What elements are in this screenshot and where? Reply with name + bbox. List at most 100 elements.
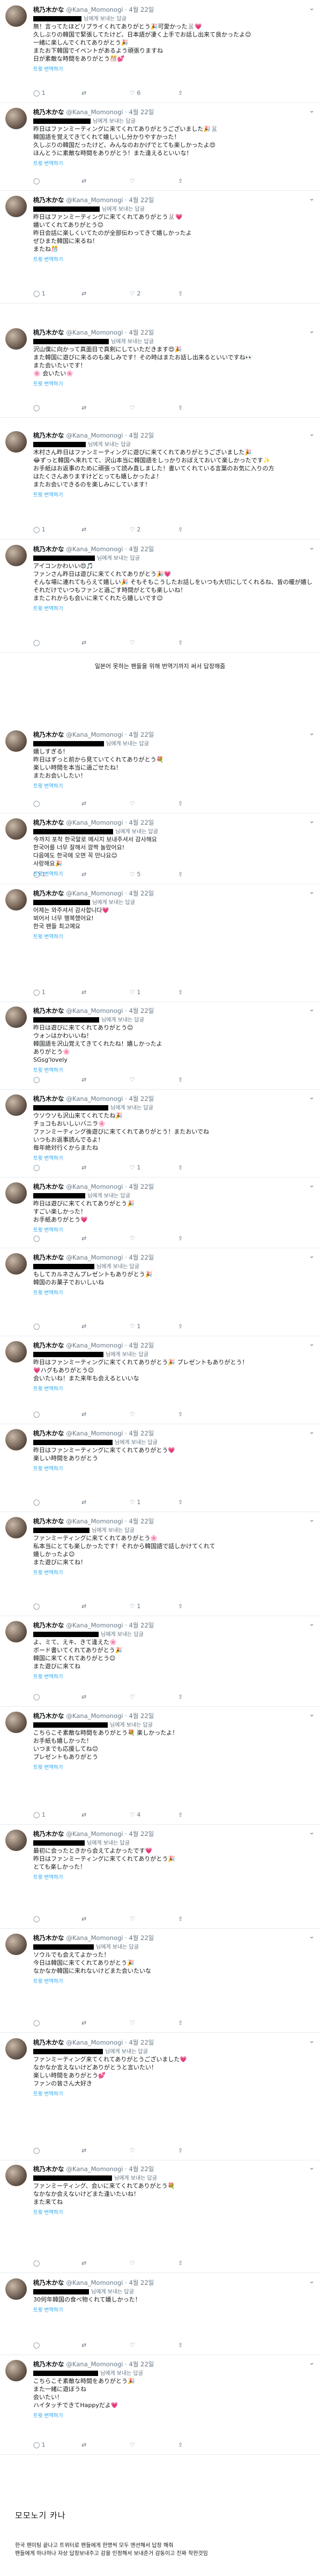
- share-icon[interactable]: ⇪: [178, 90, 183, 97]
- like-icon[interactable]: ♡: [130, 800, 135, 807]
- like-icon[interactable]: ♡ 1: [130, 1499, 140, 1506]
- tweet-item[interactable]: 桃乃木かな @Kana_Momonogi · 4월 22일 ⌄ 님에게 보내는 답글…: [0, 1248, 320, 1336]
- like-icon[interactable]: ♡ 1: [130, 1164, 140, 1171]
- like-icon[interactable]: ♡: [130, 2260, 135, 2267]
- like-icon[interactable]: ♡: [130, 2147, 135, 2154]
- avatar[interactable]: [5, 1253, 27, 1275]
- tweet-item[interactable]: 桃乃木かな @Kana_Momonogi · 4월 22일 ⌄ 님에게 보내는 답글…: [0, 323, 320, 418]
- tweet-date[interactable]: · 4월 22일: [125, 545, 154, 553]
- user-handle[interactable]: @Kana_Momonogi: [66, 1934, 125, 1942]
- tweet-date[interactable]: · 4월 22일: [125, 2165, 154, 2173]
- avatar[interactable]: [5, 1182, 27, 1204]
- retweet-icon[interactable]: ⇄: [81, 2441, 86, 2448]
- tweet-item[interactable]: 桃乃木かな @Kana_Momonogi · 4월 22일 ⌄ 님에게 보내는 답글…: [0, 190, 320, 304]
- retweet-icon[interactable]: ⇄: [81, 1915, 86, 1922]
- avatar[interactable]: [5, 2165, 27, 2186]
- translate-link[interactable]: 트윗 번역하기: [33, 1226, 63, 1233]
- retweet-icon[interactable]: ⇄: [81, 1164, 86, 1171]
- translate-link[interactable]: 트윗 번역하기: [33, 2306, 63, 2313]
- chevron-down-icon[interactable]: ⌄: [309, 327, 315, 335]
- share-icon[interactable]: ⇪: [178, 2019, 183, 2026]
- tweet-item[interactable]: 桃乃木かな @Kana_Momonogi · 4월 22일 ⌄ 님에게 보내는 답글…: [0, 1177, 320, 1248]
- retweet-icon[interactable]: ⇄: [81, 2147, 86, 2154]
- tweet-date[interactable]: · 4월 22일: [125, 731, 154, 738]
- display-name[interactable]: 桃乃木かな: [33, 2165, 66, 2173]
- tweet-item[interactable]: 桃乃木かな @Kana_Momonogi · 4월 22일 ⌄ 님에게 보내는 답글…: [0, 1336, 320, 1424]
- user-handle[interactable]: @Kana_Momonogi: [66, 1830, 125, 1838]
- share-icon[interactable]: ⇪: [178, 639, 183, 646]
- chevron-down-icon[interactable]: ⌄: [309, 1428, 315, 1436]
- share-icon[interactable]: ⇪: [178, 1323, 183, 1330]
- user-handle[interactable]: @Kana_Momonogi: [66, 6, 125, 13]
- share-icon[interactable]: ⇪: [178, 1235, 183, 1242]
- display-name[interactable]: 桃乃木かな: [33, 890, 66, 897]
- display-name[interactable]: 桃乃木かな: [33, 329, 66, 336]
- tweet-date[interactable]: · 4월 22일: [125, 1622, 154, 1629]
- display-name[interactable]: 桃乃木かな: [33, 1622, 66, 1629]
- avatar[interactable]: [5, 2038, 27, 2060]
- chevron-down-icon[interactable]: ⌄: [309, 729, 315, 737]
- translate-link[interactable]: 트윗 번역하기: [33, 380, 63, 387]
- display-name[interactable]: 桃乃木かな: [33, 819, 66, 826]
- reply-icon[interactable]: ◯ 1: [33, 290, 46, 297]
- tweet-item[interactable]: 桃乃木かな @Kana_Momonogi · 4월 22일 ⌄ 님에게 보내는 답글…: [0, 813, 320, 884]
- share-icon[interactable]: ⇪: [178, 989, 183, 996]
- retweet-icon[interactable]: ⇄: [81, 800, 86, 807]
- tweet-item[interactable]: 桃乃木かな @Kana_Momonogi · 4월 22일 ⌄ 님에게 보내는 답글…: [0, 102, 320, 191]
- tweet-item[interactable]: 桃乃木かな @Kana_Momonogi · 4월 22일 ⌄ 님에게 보내는 답글…: [0, 1706, 320, 1825]
- retweet-icon[interactable]: ⇄: [81, 1693, 86, 1700]
- like-icon[interactable]: ♡: [130, 2441, 135, 2448]
- like-icon[interactable]: ♡ 4: [130, 1811, 140, 1818]
- tweet-item[interactable]: 桃乃木かな @Kana_Momonogi · 4월 22일 ⌄ 님에게 보내는 답글…: [0, 539, 320, 653]
- tweet-date[interactable]: · 4월 22일: [125, 108, 154, 116]
- avatar[interactable]: [5, 1712, 27, 1733]
- share-icon[interactable]: ⇪: [178, 1411, 183, 1418]
- user-handle[interactable]: @Kana_Momonogi: [66, 329, 125, 336]
- tweet-date[interactable]: · 4월 22일: [125, 890, 154, 897]
- tweet-date[interactable]: · 4월 22일: [125, 1830, 154, 1838]
- share-icon[interactable]: ⇪: [178, 177, 183, 184]
- translate-link[interactable]: 트윗 번역하기: [33, 1763, 63, 1771]
- translate-link[interactable]: 트윗 번역하기: [33, 1977, 63, 1985]
- display-name[interactable]: 桃乃木かな: [33, 1095, 66, 1102]
- user-handle[interactable]: @Kana_Momonogi: [66, 1622, 125, 1629]
- share-icon[interactable]: ⇪: [178, 871, 183, 878]
- translate-link[interactable]: 트윗 번역하기: [33, 491, 63, 498]
- retweet-icon[interactable]: ⇄: [81, 1076, 86, 1083]
- tweet-date[interactable]: · 4월 22일: [125, 6, 154, 13]
- retweet-icon[interactable]: ⇄: [81, 1235, 86, 1242]
- reply-icon[interactable]: ◯: [33, 2342, 40, 2349]
- reply-icon[interactable]: ◯ 1: [33, 989, 46, 996]
- retweet-icon[interactable]: ⇄: [81, 2342, 86, 2349]
- tweet-date[interactable]: · 4월 22일: [125, 2360, 154, 2368]
- reply-icon[interactable]: ◯: [33, 1915, 40, 1922]
- chevron-down-icon[interactable]: ⌄: [309, 817, 315, 825]
- avatar[interactable]: [5, 730, 27, 752]
- tweet-item[interactable]: 桃乃木かな @Kana_Momonogi · 4월 22일 ⌄ 님에게 보내는 답글…: [0, 725, 320, 813]
- display-name[interactable]: 桃乃木かな: [33, 2279, 66, 2286]
- display-name[interactable]: 桃乃木かな: [33, 1183, 66, 1190]
- chevron-down-icon[interactable]: ⌄: [309, 2037, 315, 2045]
- tweet-date[interactable]: · 4월 22일: [125, 2039, 154, 2046]
- user-handle[interactable]: @Kana_Momonogi: [66, 432, 125, 439]
- chevron-down-icon[interactable]: ⌄: [309, 1340, 315, 1348]
- share-icon[interactable]: ⇪: [178, 526, 183, 533]
- avatar[interactable]: [5, 1341, 27, 1363]
- tweet-date[interactable]: · 4월 22일: [125, 1007, 154, 1015]
- avatar[interactable]: [5, 108, 27, 129]
- like-icon[interactable]: ♡: [130, 639, 135, 646]
- reply-icon[interactable]: ◯: [33, 800, 40, 807]
- translate-link[interactable]: 트윗 번역하기: [33, 1066, 63, 1074]
- translate-link[interactable]: 트윗 번역하기: [33, 1385, 63, 1392]
- user-handle[interactable]: @Kana_Momonogi: [66, 819, 125, 826]
- chevron-down-icon[interactable]: ⌄: [309, 4, 315, 12]
- retweet-icon[interactable]: ⇄: [81, 1811, 86, 1818]
- chevron-down-icon[interactable]: ⌄: [309, 107, 315, 115]
- tweet-item[interactable]: 桃乃木かな @Kana_Momonogi · 4월 22일 ⌄ 님에게 보내는 답글…: [0, 2033, 320, 2160]
- chevron-down-icon[interactable]: ⌄: [309, 1829, 315, 1837]
- retweet-icon[interactable]: ⇄: [81, 1603, 86, 1610]
- reply-icon[interactable]: ◯: [33, 1603, 40, 1610]
- like-icon[interactable]: ♡: [130, 1076, 135, 1083]
- avatar[interactable]: [5, 5, 27, 27]
- avatar[interactable]: [5, 2278, 27, 2300]
